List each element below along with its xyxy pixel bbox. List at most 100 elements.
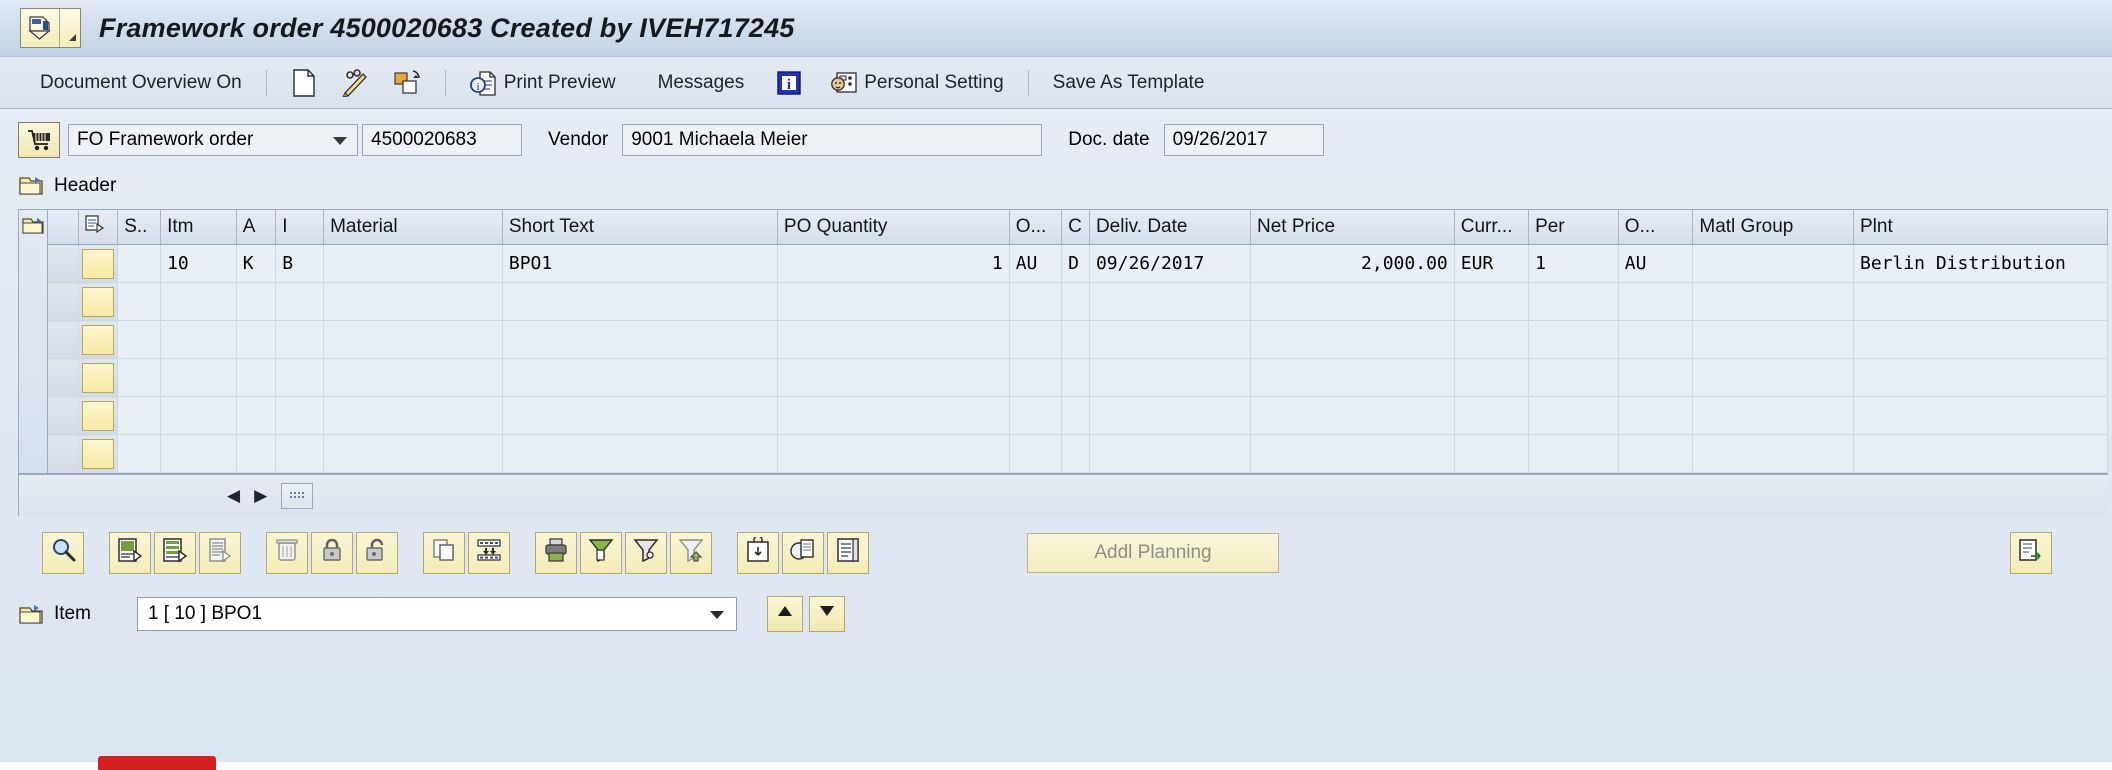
search-button[interactable]	[42, 532, 84, 574]
column-header-detail[interactable]	[78, 210, 119, 245]
cell-per[interactable]: 1	[1528, 244, 1619, 283]
delete-button[interactable]	[266, 532, 308, 574]
column-header-delivdate[interactable]: Deliv. Date	[1089, 210, 1251, 245]
duplicate-button[interactable]	[782, 532, 824, 574]
cell-status[interactable]	[117, 320, 162, 359]
cell-material[interactable]	[323, 434, 503, 473]
scroll-left-arrow-icon[interactable]: ◀	[227, 486, 240, 506]
row-detail-button[interactable]	[82, 362, 115, 393]
cell-material[interactable]	[323, 320, 503, 359]
lock-button[interactable]	[311, 532, 353, 574]
cell-delivdate[interactable]	[1089, 282, 1251, 321]
cell-poqty[interactable]	[777, 396, 1010, 435]
export-button[interactable]	[2010, 532, 2052, 574]
messages-button[interactable]: Messages	[646, 68, 757, 98]
cell-ou2[interactable]	[1618, 434, 1694, 473]
cell-plnt[interactable]	[1853, 320, 2109, 359]
column-header-poqty[interactable]: PO Quantity	[777, 210, 1010, 245]
column-header-per[interactable]: Per	[1528, 210, 1619, 245]
cell-per[interactable]	[1528, 282, 1619, 321]
hold-button[interactable]	[329, 65, 381, 101]
cell-per[interactable]	[1528, 434, 1619, 473]
cell-delivdate[interactable]	[1089, 396, 1251, 435]
scroll-right-arrow-icon[interactable]: ▶	[254, 486, 267, 506]
row-detail-button-cell[interactable]	[78, 244, 119, 283]
row-detail-button[interactable]	[82, 438, 115, 469]
item-detail-button[interactable]	[109, 532, 151, 574]
cell-poqty[interactable]	[777, 434, 1010, 473]
cell-c[interactable]: D	[1061, 244, 1090, 283]
vendor-field[interactable]: 9001 Michaela Meier	[622, 124, 1043, 156]
cell-itm[interactable]	[160, 358, 237, 397]
table-row[interactable]	[48, 282, 2109, 321]
cell-ou2[interactable]: AU	[1618, 244, 1694, 283]
cell-ou[interactable]	[1009, 396, 1063, 435]
row-select-cell[interactable]	[48, 434, 80, 473]
cell-curr[interactable]	[1454, 434, 1530, 473]
column-header-status[interactable]: S..	[117, 210, 162, 245]
system-menu-button[interactable]	[20, 8, 81, 48]
cell-itm[interactable]	[160, 434, 237, 473]
cell-per[interactable]	[1528, 396, 1619, 435]
cell-status[interactable]	[117, 396, 162, 435]
cell-netprice[interactable]	[1250, 434, 1455, 473]
cell-poqty[interactable]: 1	[777, 244, 1010, 283]
cell-ou2[interactable]	[1618, 396, 1694, 435]
next-item-button[interactable]	[808, 596, 845, 632]
cell-curr[interactable]	[1454, 320, 1530, 359]
cell-per[interactable]	[1528, 320, 1619, 359]
cell-i[interactable]	[275, 282, 325, 321]
cell-material[interactable]	[323, 244, 503, 283]
cell-a[interactable]	[236, 358, 277, 397]
cell-netprice[interactable]: 2,000.00	[1250, 244, 1455, 283]
cell-c[interactable]	[1061, 282, 1090, 321]
save-as-template-button[interactable]: Save As Template	[1041, 68, 1217, 98]
row-select-cell[interactable]	[48, 358, 80, 397]
column-header-i[interactable]: I	[275, 210, 325, 245]
item-select[interactable]: 1 [ 10 ] BPO1	[136, 597, 737, 631]
column-header-shorttext[interactable]: Short Text	[502, 210, 778, 245]
cell-netprice[interactable]	[1250, 396, 1455, 435]
cell-shorttext[interactable]	[502, 396, 778, 435]
cell-i[interactable]	[275, 396, 325, 435]
cell-delivdate[interactable]	[1089, 358, 1251, 397]
cell-shorttext[interactable]: BPO1	[502, 244, 778, 283]
document-overview-on-button[interactable]: Document Overview On	[28, 68, 254, 98]
column-header-netprice[interactable]: Net Price	[1250, 210, 1455, 245]
cell-matlgroup[interactable]	[1692, 358, 1854, 397]
column-header-ou2[interactable]: O...	[1618, 210, 1694, 245]
column-header-itm[interactable]: Itm	[160, 210, 237, 245]
row-select-cell[interactable]	[48, 320, 80, 359]
cell-a[interactable]	[236, 320, 277, 359]
cell-shorttext[interactable]	[502, 282, 778, 321]
table-row[interactable]: 10 K B BPO1 1 AU D 09/26/2017 2,000.00 EUR 1 AU Berl…	[48, 244, 2109, 283]
table-settings-icon[interactable]	[85, 215, 105, 238]
cell-i[interactable]	[275, 358, 325, 397]
column-header-curr[interactable]: Curr...	[1454, 210, 1530, 245]
doc-number-field[interactable]: 4500020683	[362, 124, 522, 156]
doc-type-select[interactable]: FO Framework order	[68, 124, 358, 156]
cell-poqty[interactable]	[777, 282, 1010, 321]
cell-ou2[interactable]	[1618, 358, 1694, 397]
row-detail-button-cell[interactable]	[78, 434, 119, 473]
cell-status[interactable]	[117, 282, 162, 321]
cell-a[interactable]	[236, 434, 277, 473]
cell-delivdate[interactable]	[1089, 434, 1251, 473]
cell-a[interactable]	[236, 396, 277, 435]
cell-c[interactable]	[1061, 358, 1090, 397]
row-detail-button[interactable]	[82, 400, 115, 431]
column-header-a[interactable]: A	[236, 210, 277, 245]
cell-plnt[interactable]	[1853, 396, 2109, 435]
copy-button[interactable]	[423, 532, 465, 574]
column-header-plnt[interactable]: Plnt	[1853, 210, 2109, 245]
cell-per[interactable]	[1528, 358, 1619, 397]
header-tab-strip[interactable]: Header	[0, 169, 2112, 203]
cell-ou[interactable]	[1009, 358, 1063, 397]
row-detail-button-cell[interactable]	[78, 396, 119, 435]
cell-ou2[interactable]	[1618, 282, 1694, 321]
filter-set-button[interactable]	[580, 532, 622, 574]
row-detail-button-cell[interactable]	[78, 282, 119, 321]
table-row[interactable]	[48, 434, 2109, 473]
cell-i[interactable]	[275, 320, 325, 359]
print-preview-button[interactable]: i Print Preview	[458, 65, 628, 101]
